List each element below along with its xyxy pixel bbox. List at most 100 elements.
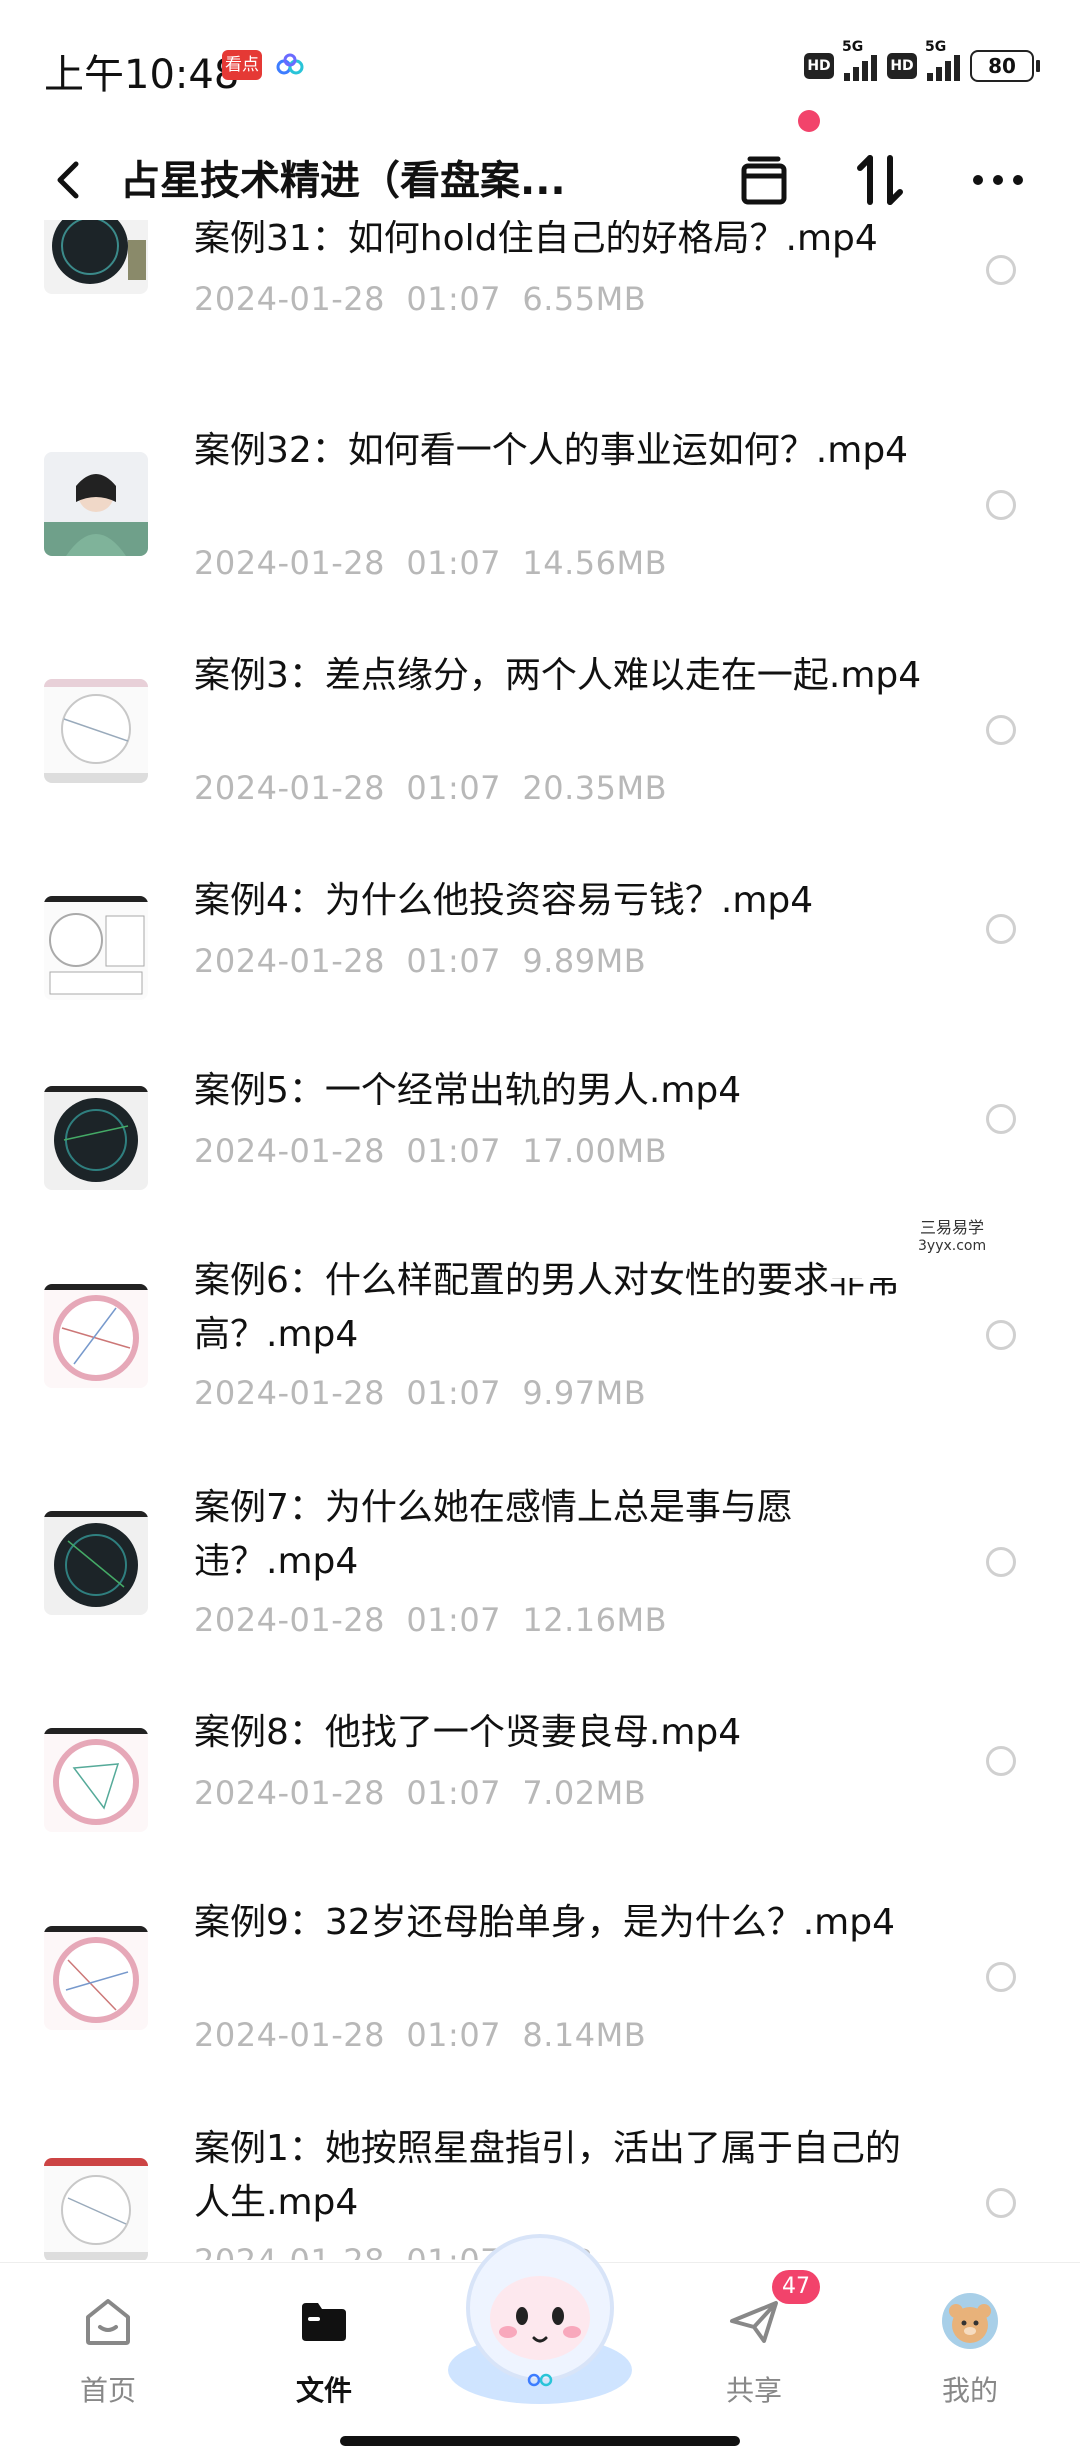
file-name: 案例1：她按照星盘指引，活出了属于自己的人生.mp4 [194,2128,901,2223]
tab-label: 共享 [725,2374,782,2407]
file-date: 2024-01-28 [194,1774,385,1812]
file-size: 17.00MB [522,1132,668,1170]
file-size: 8.14MB [522,2016,647,2054]
avatar [942,2293,998,2349]
select-radio[interactable] [986,1746,1016,1776]
file-meta: 2024-01-28 01:07 20.35MB [194,769,667,807]
video-thumbnail [44,1086,148,1190]
file-size: 9.97MB [522,1374,647,1412]
select-radio[interactable] [986,914,1016,944]
battery-icon: 80 [970,50,1040,82]
file-name: 案例7：为什么她在感情上总是事与愿违？.mp4 [194,1487,793,1582]
video-thumbnail [44,2158,148,2260]
file-date: 2024-01-28 [194,1374,385,1412]
file-name: 案例32：如何看一个人的事业运如何？.mp4 [194,430,909,471]
tab-label: 我的 [941,2374,998,2407]
network-label: 5G [925,39,947,55]
tab-label: 首页 [79,2374,136,2407]
network-label: 5G [842,39,864,55]
file-size: 14.56MB [522,544,668,582]
file-name: 案例5：一个经常出轨的男人.mp4 [194,1070,742,1111]
video-thumbnail [44,1728,148,1832]
select-radio[interactable] [986,715,1016,745]
file-date: 2024-01-28 [194,280,385,318]
assistant-mascot-icon[interactable] [436,2220,644,2410]
file-date: 2024-01-28 [194,544,385,582]
app-notification-badge: 看点 [222,50,262,80]
status-time: 上午10:48 [44,52,240,98]
video-thumbnail [44,220,148,294]
file-time: 01:07 [406,769,502,807]
file-date: 2024-01-28 [194,1601,385,1639]
cloud-icon [276,53,304,75]
tab-home[interactable]: 首页 [48,2291,168,2409]
file-name: 案例4：为什么他投资容易亏钱？.mp4 [194,880,814,921]
more-icon[interactable] [964,146,1032,214]
file-time: 01:07 [406,280,502,318]
tab-label: 文件 [295,2374,352,2407]
file-meta: 2024-01-28 01:07 7.02MB [194,1774,646,1812]
file-meta: 2024-01-28 01:07 9.97MB [194,1374,646,1412]
status-indicators: HD 5G HD 5G 80 [804,39,1040,88]
signal-icon: 5G [925,39,960,81]
battery-level: 80 [970,50,1034,82]
home-indicator [340,2436,740,2446]
notification-dot [798,110,820,132]
file-name: 案例9：32岁还母胎单身，是为什么？.mp4 [194,1902,895,1943]
tab-files[interactable]: 文件 [264,2291,384,2409]
watermark: 三易易学 3yyx.com [828,1208,996,1278]
file-date: 2024-01-28 [194,769,385,807]
hd-icon: HD [804,53,834,79]
send-icon [730,2301,778,2343]
archive-icon[interactable] [730,146,798,214]
title-bar: 占星技术精进（看盘案... [0,130,1080,230]
home-icon [86,2299,130,2345]
tab-profile[interactable]: 我的 [910,2291,1030,2409]
file-name: 案例6：什么样配置的男人对女性的要求非常高？.mp4 [194,1260,901,1355]
file-time: 01:07 [406,1374,502,1412]
file-size: 20.35MB [522,769,668,807]
select-radio[interactable] [986,1104,1016,1134]
select-radio[interactable] [986,1547,1016,1577]
video-thumbnail [44,679,148,783]
file-meta: 2024-01-28 01:07 6.55MB [194,280,646,318]
back-arrow-icon[interactable] [48,150,88,210]
select-radio[interactable] [986,1962,1016,1992]
tab-share[interactable]: 共享 [694,2291,814,2409]
video-thumbnail [44,452,148,556]
select-radio[interactable] [986,255,1016,285]
file-size: 6.55MB [522,280,647,318]
file-time: 01:07 [406,1132,502,1170]
file-size: 7.02MB [522,1774,647,1812]
video-thumbnail [44,1511,148,1615]
share-count-badge: 47 [772,2270,820,2304]
video-thumbnail [44,1284,148,1388]
select-radio[interactable] [986,1320,1016,1350]
file-meta: 2024-01-28 01:07 8.14MB [194,2016,646,2054]
video-thumbnail [44,896,148,1000]
file-name: 案例8：他找了一个贤妻良母.mp4 [194,1712,742,1753]
file-name: 案例31：如何hold住自己的好格局？.mp4 [194,220,878,259]
file-date: 2024-01-28 [194,1132,385,1170]
status-bar: 上午10:48 看点 HD 5G HD 5G 80 [0,0,1080,130]
file-time: 01:07 [406,2016,502,2054]
file-time: 01:07 [406,1774,502,1812]
file-meta: 2024-01-28 01:07 12.16MB [194,1601,667,1639]
page-title: 占星技术精进（看盘案... [120,158,566,204]
file-name: 案例3：差点缘分，两个人难以走在一起.mp4 [194,655,922,696]
file-date: 2024-01-28 [194,942,385,980]
file-time: 01:07 [406,1601,502,1639]
hd-icon: HD [887,53,917,79]
sort-icon[interactable] [846,146,914,214]
folder-icon [302,2303,346,2341]
watermark-line1: 三易易学 [920,1218,985,1237]
watermark-line2: 3yyx.com [918,1238,987,1254]
file-date: 2024-01-28 [194,2016,385,2054]
signal-icon: 5G [842,39,877,81]
select-radio[interactable] [986,2188,1016,2218]
select-radio[interactable] [986,490,1016,520]
file-meta: 2024-01-28 01:07 14.56MB [194,544,667,582]
file-time: 01:07 [406,544,502,582]
file-meta: 2024-01-28 01:07 9.89MB [194,942,646,980]
file-meta: 2024-01-28 01:07 17.00MB [194,1132,667,1170]
